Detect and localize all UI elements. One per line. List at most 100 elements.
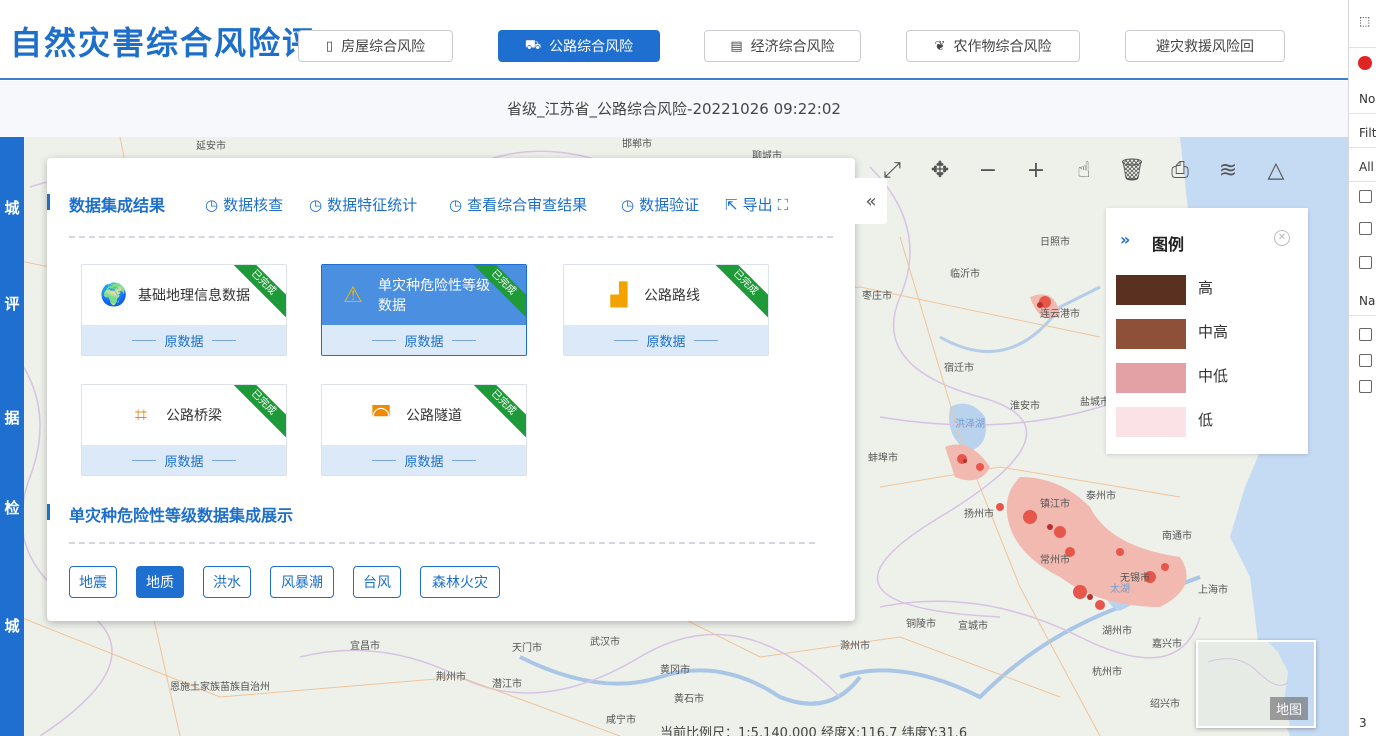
building-icon: ▯ <box>325 38 334 54</box>
fullscreen-icon[interactable]: ⤢ <box>868 158 916 183</box>
map-label: 咸宁市 <box>606 713 636 726</box>
legend-label: 高 <box>1198 279 1214 297</box>
hazard-geology-button[interactable]: 地质 <box>136 566 184 598</box>
select-icon[interactable]: ⬚ <box>1349 14 1376 48</box>
card-hazard-level[interactable]: ⚠ 单灾种危险性等级数据 原数据 已完成 <box>321 264 527 356</box>
map-label: 南通市 <box>1162 529 1192 542</box>
sidebar-item[interactable]: 城 <box>0 197 24 218</box>
card-label: 公路桥梁 <box>166 408 222 424</box>
card-sub: 原数据 <box>646 334 686 350</box>
action-feature-stats[interactable]: ◷ 数据特征统计 <box>309 194 417 215</box>
map-label: 延安市 <box>196 139 226 152</box>
zoom-out-icon[interactable]: − <box>964 158 1012 183</box>
double-chevron-right-icon: » <box>1120 230 1131 249</box>
map-label: 宜昌市 <box>350 639 380 652</box>
card-road-route[interactable]: ▟ 公路路线 原数据 已完成 <box>563 264 769 356</box>
right-row-filter: Filt <box>1349 118 1376 148</box>
tab-label: 公路综合风险 <box>549 39 634 55</box>
tab-housing-risk[interactable]: ▯ 房屋综合风险 <box>298 30 453 62</box>
tab-shelter-risk[interactable]: 避灾救援风险回 <box>1125 30 1285 62</box>
hazard-storm-surge-button[interactable]: 风暴潮 <box>270 566 334 598</box>
divider <box>69 542 815 544</box>
zoom-in-icon[interactable]: + <box>1012 158 1060 183</box>
close-icon[interactable]: ✕ <box>1274 230 1290 246</box>
checkbox[interactable] <box>1359 222 1372 235</box>
tab-road-risk[interactable]: ⛟ 公路综合风险 <box>498 30 660 62</box>
map-label: 太湖 <box>1110 582 1130 595</box>
record-icon[interactable] <box>1358 56 1372 70</box>
overview-label: 地图 <box>1269 697 1308 720</box>
overview-map[interactable]: 地图 <box>1196 640 1316 728</box>
checkbox[interactable] <box>1359 354 1372 367</box>
checkbox[interactable] <box>1359 256 1372 269</box>
tab-crop-risk[interactable]: ❦ 农作物综合风险 <box>906 30 1080 62</box>
map-label: 日照市 <box>1040 235 1070 248</box>
card-road-tunnel[interactable]: ◚ 公路隧道 原数据 已完成 <box>321 384 527 476</box>
map-label: 蚌埠市 <box>868 451 898 464</box>
divider <box>69 236 833 238</box>
action-data-check[interactable]: ◷ 数据核查 <box>205 194 283 215</box>
card-sub: 原数据 <box>404 334 444 350</box>
map-label: 绍兴市 <box>1150 697 1180 710</box>
checkbox[interactable] <box>1359 328 1372 341</box>
hazard-forest-fire-button[interactable]: 森林火灾 <box>420 566 500 598</box>
map-label: 潜江市 <box>492 677 522 690</box>
map-label: 恩施土家族苗族自治州 <box>170 680 270 693</box>
map-label: 临沂市 <box>950 267 980 280</box>
map-status-bar: 当前比例尺：1:5,140,000 经度X:116.7 纬度Y:31.6 <box>660 726 968 736</box>
clock-icon: ◷ <box>205 195 219 214</box>
hazard-typhoon-button[interactable]: 台风 <box>353 566 401 598</box>
sidebar-item[interactable]: 城 <box>0 615 24 636</box>
clock-icon: ◷ <box>621 195 635 214</box>
card-road-bridge[interactable]: ⌗ 公路桥梁 原数据 已完成 <box>81 384 287 476</box>
tab-economy-risk[interactable]: ▤ 经济综合风险 <box>704 30 861 62</box>
checkbox[interactable] <box>1359 380 1372 393</box>
clock-icon: ◷ <box>449 195 463 214</box>
hand-icon[interactable]: ☝ <box>1060 158 1108 183</box>
map-label: 无锡市 <box>1120 571 1150 584</box>
card-basic-geo[interactable]: 🌍 基础地理信息数据 原数据 已完成 <box>81 264 287 356</box>
hazard-flood-button[interactable]: 洪水 <box>203 566 251 598</box>
card-footer: 原数据 <box>564 325 768 355</box>
action-export[interactable]: ⇱ 导出 ⛶ <box>725 194 788 215</box>
road-route-icon: ▟ <box>610 282 628 308</box>
checkbox[interactable] <box>1359 190 1372 203</box>
tunnel-icon: ◚ <box>370 402 392 428</box>
action-label: 数据特征统计 <box>327 196 418 214</box>
tab-label: 农作物综合风险 <box>953 39 1052 55</box>
map-label: 连云港市 <box>1040 307 1080 320</box>
measure-icon[interactable]: △ <box>1252 158 1300 183</box>
warning-icon: ⚠ <box>343 282 363 308</box>
left-sidebar[interactable]: 城 评 据 检 城 <box>0 137 24 736</box>
map-label: 黄石市 <box>674 692 704 705</box>
trash-icon[interactable]: 🗑 <box>1108 158 1156 183</box>
sidebar-item[interactable]: 据 <box>0 407 24 428</box>
subheader-bar: 省级_江苏省_公路综合风险-20221026 09:22:02 <box>0 81 1348 137</box>
tab-label: 房屋综合风险 <box>341 39 426 55</box>
card-sub: 原数据 <box>164 334 204 350</box>
card-footer: 原数据 <box>322 325 526 355</box>
map-label: 镇江市 <box>1040 497 1070 510</box>
page-subtitle: 省级_江苏省_公路综合风险-20221026 09:22:02 <box>507 100 841 118</box>
tab-label: 避灾救援风险回 <box>1156 39 1254 55</box>
map-label: 枣庄市 <box>862 289 892 302</box>
map-label: 常州市 <box>1040 553 1070 566</box>
print-icon[interactable]: ⎙ <box>1156 158 1204 183</box>
legend-swatch-mid-low <box>1116 363 1186 393</box>
hazard-earthquake-button[interactable]: 地震 <box>69 566 117 598</box>
right-row-no: No <box>1349 84 1376 114</box>
map-label: 黄冈市 <box>660 663 690 676</box>
data-integration-panel: 数据集成结果 ◷ 数据核查 ◷ 数据特征统计 ◷ 查看综合审查结果 ◷ 数据验证 ⇱ 导出… <box>47 158 855 621</box>
card-label: 单灾种危险性等级数据 <box>378 278 490 314</box>
legend-swatch-high <box>1116 275 1186 305</box>
map-label: 武汉市 <box>590 635 620 648</box>
action-data-verify[interactable]: ◷ 数据验证 <box>621 194 699 215</box>
sidebar-item[interactable]: 检 <box>0 497 24 518</box>
section-title: 单灾种危险性等级数据集成展示 <box>69 506 294 525</box>
pan-move-icon[interactable]: ✥ <box>916 158 964 183</box>
crop-icon: ❦ <box>934 38 946 54</box>
header-bar: 自然灾害综合风险评 ▯ 房屋综合风险 ⛟ 公路综合风险 ▤ 经济综合风险 ❦ 农… <box>0 0 1348 80</box>
layers-icon[interactable]: ≋ <box>1204 158 1252 183</box>
sidebar-item[interactable]: 评 <box>0 293 24 314</box>
action-review-result[interactable]: ◷ 查看综合审查结果 <box>449 194 587 215</box>
